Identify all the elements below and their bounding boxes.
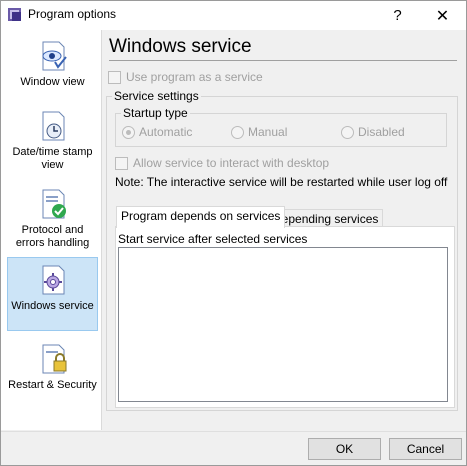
radio-disabled[interactable]: Disabled: [341, 125, 405, 139]
lock-document-icon: [42, 344, 66, 374]
sidebar-item-label: Windows service: [11, 300, 94, 312]
sidebar-item-label: Protocol and errors handling: [15, 224, 90, 249]
panel-label: Start service after selected services: [118, 232, 308, 246]
ok-button[interactable]: OK: [308, 438, 381, 460]
sidebar-item-restart-security[interactable]: Restart & Security: [7, 343, 98, 405]
sidebar-item-windows-service[interactable]: Windows service: [7, 257, 98, 331]
service-settings-group: Service settings Startup type Automatic …: [106, 89, 458, 411]
title-bar: Program options ? ✕: [1, 1, 466, 30]
radio-label: Disabled: [358, 125, 405, 139]
interact-desktop-checkbox[interactable]: Allow service to interact with desktop: [115, 156, 329, 170]
radio-button[interactable]: [341, 125, 354, 139]
services-listbox[interactable]: [118, 247, 448, 402]
sidebar-item-date-time-stamp[interactable]: Date/time stamp view: [7, 110, 98, 172]
checkbox-box[interactable]: [108, 70, 121, 84]
service-note: Note: The interactive service will be re…: [115, 175, 448, 189]
sidebar-item-label: Restart & Security: [8, 379, 97, 391]
clock-document-icon: [42, 111, 64, 141]
sidebar-item-label: Window view: [20, 76, 85, 88]
radio-manual[interactable]: Manual: [231, 125, 287, 139]
dialog-footer: OK Cancel: [1, 431, 466, 465]
help-button[interactable]: ?: [375, 1, 420, 30]
group-label: Startup type: [121, 106, 190, 120]
close-button[interactable]: ✕: [420, 1, 465, 30]
app-icon: [8, 8, 21, 21]
program-options-dialog: Program options ? ✕ Window view Date/tim…: [0, 0, 467, 466]
checkmark-document-icon: [42, 189, 66, 219]
sidebar-item-protocol-errors[interactable]: Protocol and errors handling: [7, 188, 98, 250]
checkbox-label: Allow service to interact with desktop: [133, 156, 330, 170]
group-label: Service settings: [112, 89, 201, 103]
gear-document-icon: [42, 265, 64, 295]
cancel-button[interactable]: Cancel: [389, 438, 462, 460]
use-as-service-checkbox[interactable]: Use program as a service: [108, 70, 263, 84]
sidebar-item-label: Date/time stamp view: [12, 146, 93, 171]
content-panel: Windows service Use program as a service…: [105, 30, 466, 433]
sidebar-item-window-view[interactable]: Window view: [7, 40, 98, 92]
options-sidebar: Window view Date/time stamp view Protoco…: [1, 30, 102, 430]
radio-label: Manual: [248, 125, 288, 139]
tab-program-depends[interactable]: Program depends on services: [116, 206, 286, 228]
eye-document-icon: [42, 41, 67, 71]
page-title: Windows service: [109, 36, 457, 61]
window-title: Program options: [28, 7, 117, 21]
startup-type-group: Startup type Automatic Manual Disabled: [115, 106, 447, 147]
radio-button[interactable]: [231, 125, 244, 139]
checkbox-label: Use program as a service: [126, 70, 263, 84]
radio-automatic[interactable]: Automatic: [122, 125, 192, 139]
radio-button[interactable]: [122, 125, 135, 139]
checkbox-box[interactable]: [115, 156, 128, 170]
radio-label: Automatic: [139, 125, 193, 139]
tab-panel: Start service after selected services: [115, 226, 455, 408]
